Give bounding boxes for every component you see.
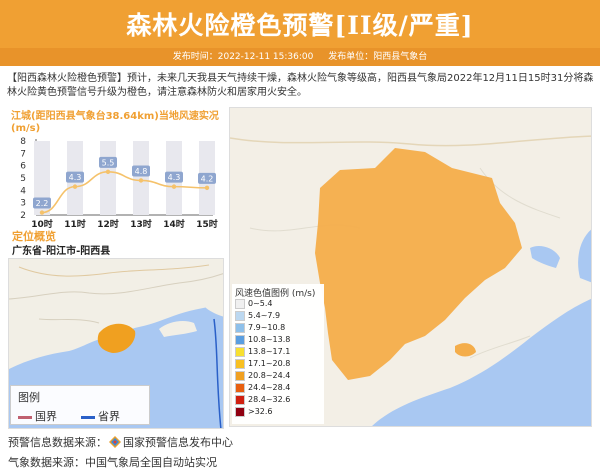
publish-info-bar: 发布时间：2022-12-11 15:36:00 发布单位：阳西县气象台 bbox=[0, 48, 600, 66]
y-tick-label: 7 bbox=[20, 149, 26, 159]
minimap-legend: 图例 国界 省界 bbox=[10, 385, 150, 425]
data-label: 4.3 bbox=[168, 173, 181, 182]
header-banner: 森林火险橙色预警[II级/严重] 发布时间：2022-12-11 15:36:0… bbox=[0, 0, 600, 66]
legend-province-border: 省界 bbox=[81, 408, 120, 424]
data-point bbox=[204, 185, 210, 191]
x-tick-label: 15时 bbox=[196, 218, 218, 230]
data-point bbox=[39, 210, 45, 215]
y-tick-label: 2 bbox=[20, 211, 26, 221]
speed-legend-row: 13.8~17.1 bbox=[235, 347, 290, 359]
data-point bbox=[72, 184, 78, 189]
wind-speed-chart: 23456782.210时4.311时5.512时4.813时4.314时4.2… bbox=[20, 137, 218, 230]
wind-speed-legend-title: 风速色值图例 (m/s) bbox=[235, 289, 316, 299]
weather-source-name: 中国气象局全国自动站实况 bbox=[85, 456, 217, 469]
publish-time: 发布时间：2022-12-11 15:36:00 bbox=[172, 52, 314, 62]
legend-national-border: 国界 bbox=[18, 408, 57, 424]
y-tick-label: 4 bbox=[20, 186, 26, 196]
x-tick-label: 14时 bbox=[163, 218, 185, 230]
warning-source-label: 预警信息数据来源： bbox=[8, 436, 107, 449]
weather-source-line: 气象数据来源：中国气象局全国自动站实况 bbox=[8, 454, 217, 470]
speed-legend-row: 0~5.4 bbox=[235, 299, 273, 311]
data-label: 5.5 bbox=[102, 158, 115, 167]
minimap-legend-title: 图例 bbox=[18, 391, 40, 404]
data-label: 4.2 bbox=[201, 174, 214, 183]
y-tick-label: 5 bbox=[20, 174, 26, 184]
wind-chart-title: 江城(距阳西县气象台38.64km)当地风速实况(m/s) bbox=[11, 111, 219, 134]
speed-legend-row: 10.8~13.8 bbox=[235, 335, 290, 347]
data-point bbox=[138, 178, 144, 183]
data-label: 2.2 bbox=[36, 199, 49, 208]
data-label: 4.8 bbox=[135, 167, 148, 176]
speed-legend-row: 24.4~28.4 bbox=[235, 383, 290, 395]
location-name: 广东省-阳江市-阳西县 bbox=[12, 246, 111, 257]
data-label: 4.3 bbox=[69, 173, 82, 182]
y-tick-label: 3 bbox=[20, 199, 26, 209]
x-tick-label: 11时 bbox=[64, 218, 86, 230]
speed-legend-row: 17.1~20.8 bbox=[235, 359, 290, 371]
speed-legend-row: >32.6 bbox=[235, 407, 273, 419]
speed-legend-row: 28.4~32.6 bbox=[235, 395, 290, 407]
x-tick-label: 12时 bbox=[97, 218, 119, 230]
province-border-line-icon bbox=[81, 415, 95, 419]
speed-legend-row: 5.4~7.9 bbox=[235, 311, 280, 323]
data-point bbox=[171, 184, 177, 189]
page-title: 森林火险橙色预警[II级/严重] bbox=[126, 11, 474, 40]
warning-source-line: 预警信息数据来源： 国家预警信息发布中心 bbox=[8, 434, 233, 450]
category-column bbox=[133, 141, 149, 215]
warning-source-link[interactable]: 国家预警信息发布中心 bbox=[123, 436, 233, 449]
speed-legend-row: 20.8~24.4 bbox=[235, 371, 290, 383]
category-column bbox=[100, 141, 116, 215]
data-point bbox=[105, 169, 111, 175]
y-tick-label: 6 bbox=[20, 162, 26, 172]
warning-description: 【阳西森林火险橙色预警】预计，未来几天我县天气持续干燥，森林火险气象等级高，阳西… bbox=[7, 73, 594, 98]
national-border-line-icon bbox=[18, 415, 32, 419]
y-tick-label: 8 bbox=[20, 137, 26, 147]
weather-source-label: 气象数据来源： bbox=[8, 456, 85, 469]
x-tick-label: 13时 bbox=[130, 218, 152, 230]
wind-speed-legend: 风速色值图例 (m/s) 0~5.4 5.4~7.9 7.9~10.8 10.8… bbox=[232, 284, 324, 424]
publisher: 发布单位：阳西县气象台 bbox=[328, 52, 428, 62]
nmc-logo-icon bbox=[109, 436, 121, 448]
speed-legend-row: 7.9~10.8 bbox=[235, 323, 285, 335]
